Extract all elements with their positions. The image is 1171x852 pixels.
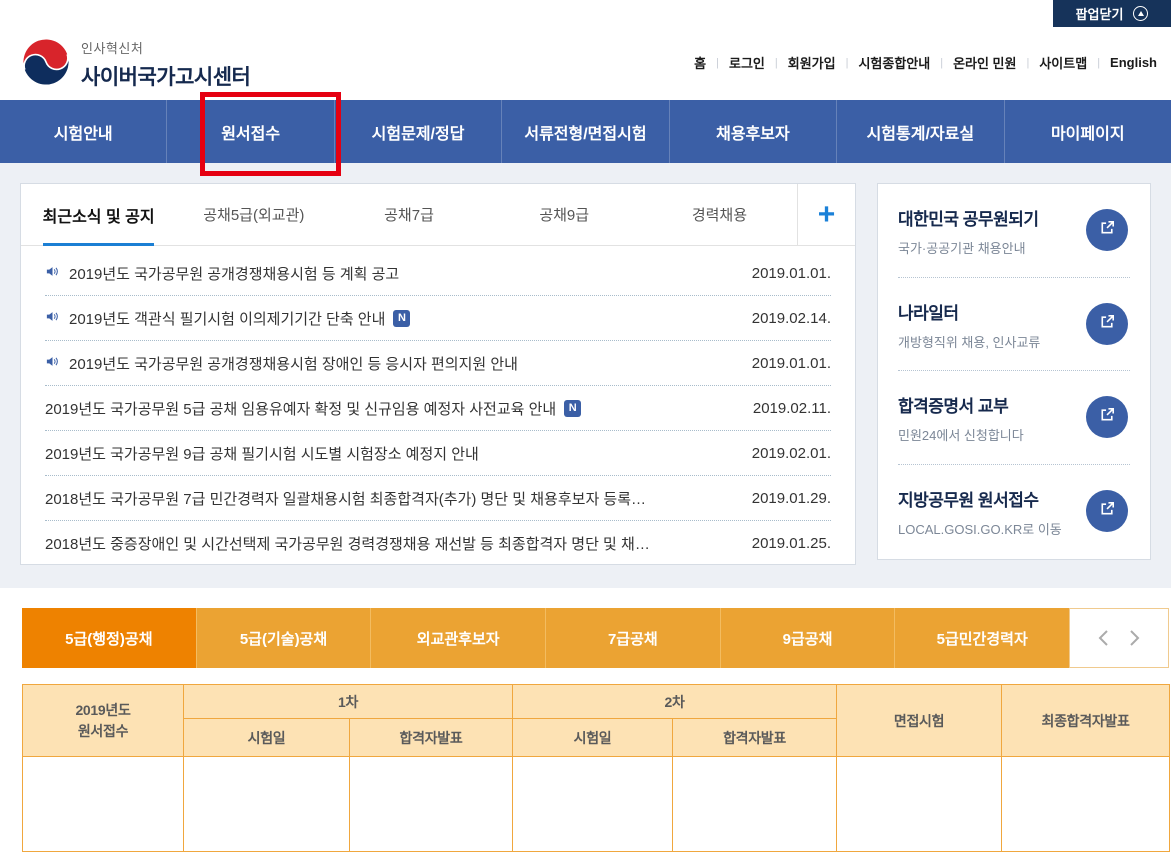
- quick-link-item[interactable]: 나라일터 개방형직위 채용, 인사교류: [898, 278, 1130, 372]
- external-link-button[interactable]: [1086, 303, 1128, 345]
- agency-name: 인사혁신처: [81, 38, 250, 57]
- notice-title: 2019년도 국가공무원 5급 공채 임용유예자 확정 및 신규임용 예정자 사…: [45, 398, 556, 419]
- table-header-exam-date: 시험일: [184, 719, 350, 757]
- main-nav-item[interactable]: 원서접수: [166, 100, 333, 163]
- external-link-button[interactable]: [1086, 209, 1128, 251]
- main-nav-item[interactable]: 서류전형/면접시험: [501, 100, 668, 163]
- main-nav-item[interactable]: 채용후보자: [669, 100, 836, 163]
- quick-link-item[interactable]: 지방공무원 원서접수 LOCAL.GOSI.GO.KR로 이동: [898, 465, 1130, 559]
- utility-nav: 홈 로그인 회원가입 시험종합안내 온라인 민원 사이트맵 English: [694, 53, 1157, 72]
- notice-tabbar: 최근소식 및 공지 공채5급(외교관) 공채7급 공채9급 경력채용 +: [21, 184, 855, 246]
- quick-links-panel: 대한민국 공무원되기 국가·공공기관 채용안내 나라일터 개방형직위 채용, 인…: [877, 183, 1151, 560]
- quick-link-item[interactable]: 대한민국 공무원되기 국가·공공기관 채용안내: [898, 184, 1130, 278]
- schedule-tabbar: 5급(행정)공채 5급(기술)공채 외교관후보자 7급공채 9급공채 5급민간경…: [22, 608, 1169, 668]
- schedule-tab-pager: [1069, 608, 1169, 668]
- notice-list-item[interactable]: 2019년도 국가공무원 공개경쟁채용시험 등 계획 공고 N 2019.01.…: [45, 251, 831, 296]
- speaker-icon: [45, 309, 60, 328]
- main-nav-item[interactable]: 시험안내: [0, 100, 166, 163]
- notice-list-item[interactable]: 2018년도 중증장애인 및 시간선택제 국가공무원 경력경쟁채용 재선발 등 …: [45, 521, 831, 566]
- table-row: [23, 757, 1170, 852]
- table-header-interview: 면접시험: [837, 685, 1002, 757]
- main-nav-item[interactable]: 마이페이지: [1004, 100, 1171, 163]
- schedule-tab[interactable]: 외교관후보자: [370, 608, 545, 668]
- external-link-button[interactable]: [1086, 490, 1128, 532]
- notice-more-button[interactable]: +: [797, 184, 855, 245]
- notice-tab[interactable]: 공채5급(외교관): [176, 184, 331, 245]
- notice-list-item[interactable]: 2019년도 국가공무원 공개경쟁채용시험 장애인 등 응시자 편의지원 안내 …: [45, 341, 831, 386]
- external-link-icon: [1098, 499, 1117, 523]
- table-header-pass-announce: 합격자발표: [673, 719, 837, 757]
- notice-title: 2019년도 국가공무원 9급 공채 필기시험 시도별 시험장소 예정지 안내: [45, 443, 479, 464]
- notice-tab[interactable]: 최근소식 및 공지: [21, 184, 176, 245]
- main-nav: 시험안내 원서접수 시험문제/정답 서류전형/면접시험 채용후보자 시험통계/자…: [0, 100, 1171, 163]
- notice-date: 2019.01.01.: [738, 265, 831, 282]
- new-badge: N: [564, 400, 581, 417]
- schedule-tab[interactable]: 5급민간경력자: [894, 608, 1069, 668]
- external-link-icon: [1098, 405, 1117, 429]
- utility-link[interactable]: 시험종합안내: [836, 53, 931, 72]
- notice-date: 2019.02.01.: [738, 445, 831, 462]
- notice-title: 2019년도 국가공무원 공개경쟁채용시험 등 계획 공고: [69, 263, 399, 284]
- schedule-tab[interactable]: 5급(기술)공채: [196, 608, 371, 668]
- notice-panel: 최근소식 및 공지 공채5급(외교관) 공채7급 공채9급 경력채용 +: [20, 183, 856, 565]
- utility-link[interactable]: 로그인: [706, 53, 765, 72]
- arrow-up-circle-icon: [1133, 6, 1148, 21]
- external-link-icon: [1098, 218, 1117, 242]
- table-header-year: 2019년도 원서접수: [23, 685, 184, 757]
- chevron-left-icon[interactable]: [1097, 629, 1109, 647]
- popup-close-button[interactable]: 팝업닫기: [1053, 0, 1171, 27]
- speaker-icon: [45, 264, 60, 283]
- chevron-right-icon[interactable]: [1129, 629, 1141, 647]
- schedule-tab[interactable]: 5급(행정)공채: [22, 608, 196, 668]
- schedule-tab[interactable]: 9급공채: [720, 608, 895, 668]
- utility-link[interactable]: 홈: [694, 53, 706, 72]
- site-header: 인사혁신처 사이버국가고시센터 홈 로그인 회원가입 시험종합안내 온라인 민원…: [0, 27, 1171, 100]
- utility-link[interactable]: 회원가입: [765, 53, 836, 72]
- notice-date: 2019.02.11.: [739, 400, 831, 417]
- notice-tab[interactable]: 경력채용: [642, 184, 797, 245]
- schedule-table: 2019년도 원서접수 1차 2차 면접시험 최종합격자발표 시험일 합격자발표…: [22, 684, 1170, 852]
- notice-date: 2019.02.14.: [738, 310, 831, 327]
- table-header-exam-date: 시험일: [513, 719, 673, 757]
- notice-date: 2019.01.25.: [738, 535, 831, 552]
- popup-close-label: 팝업닫기: [1076, 4, 1124, 23]
- notice-tab[interactable]: 공채7급: [331, 184, 486, 245]
- schedule-tab[interactable]: 7급공채: [545, 608, 720, 668]
- site-title: 사이버국가고시센터: [81, 61, 250, 91]
- notice-list-item[interactable]: 2019년도 국가공무원 9급 공채 필기시험 시도별 시험장소 예정지 안내 …: [45, 431, 831, 476]
- table-header-round1: 1차: [184, 685, 513, 719]
- new-badge: N: [393, 310, 410, 327]
- notice-date: 2019.01.29.: [738, 490, 831, 507]
- taegeuk-logo-icon: [22, 38, 70, 91]
- notice-date: 2019.01.01.: [738, 355, 831, 372]
- speaker-icon: [45, 354, 60, 373]
- plus-icon: +: [818, 198, 836, 232]
- table-header-pass-announce: 합격자발표: [350, 719, 513, 757]
- site-logo[interactable]: 인사혁신처 사이버국가고시센터: [22, 38, 250, 91]
- table-header-round2: 2차: [513, 685, 837, 719]
- utility-link[interactable]: 온라인 민원: [930, 53, 1016, 72]
- notice-list-item[interactable]: 2018년도 국가공무원 7급 민간경력자 일괄채용시험 최종합격자(추가) 명…: [45, 476, 831, 521]
- external-link-button[interactable]: [1086, 396, 1128, 438]
- notice-list: 2019년도 국가공무원 공개경쟁채용시험 등 계획 공고 N 2019.01.…: [21, 246, 855, 566]
- notice-title: 2019년도 객관식 필기시험 이의제기기간 단축 안내: [69, 308, 385, 329]
- notice-tab[interactable]: 공채9급: [487, 184, 642, 245]
- notice-title: 2018년도 중증장애인 및 시간선택제 국가공무원 경력경쟁채용 재선발 등 …: [45, 533, 650, 554]
- main-nav-item[interactable]: 시험문제/정답: [334, 100, 501, 163]
- notice-title: 2018년도 국가공무원 7급 민간경력자 일괄채용시험 최종합격자(추가) 명…: [45, 488, 646, 509]
- utility-link[interactable]: 사이트맵: [1016, 53, 1087, 72]
- notice-list-item[interactable]: 2019년도 국가공무원 5급 공채 임용유예자 확정 및 신규임용 예정자 사…: [45, 386, 831, 431]
- main-nav-item[interactable]: 시험통계/자료실: [836, 100, 1003, 163]
- notice-list-item[interactable]: 2019년도 객관식 필기시험 이의제기기간 단축 안내 N 2019.02.1…: [45, 296, 831, 341]
- notice-title: 2019년도 국가공무원 공개경쟁채용시험 장애인 등 응시자 편의지원 안내: [69, 353, 518, 374]
- quick-link-item[interactable]: 합격증명서 교부 민원24에서 신청합니다: [898, 371, 1130, 465]
- external-link-icon: [1098, 312, 1117, 336]
- utility-link[interactable]: English: [1087, 55, 1157, 70]
- table-header-final: 최종합격자발표: [1002, 685, 1170, 757]
